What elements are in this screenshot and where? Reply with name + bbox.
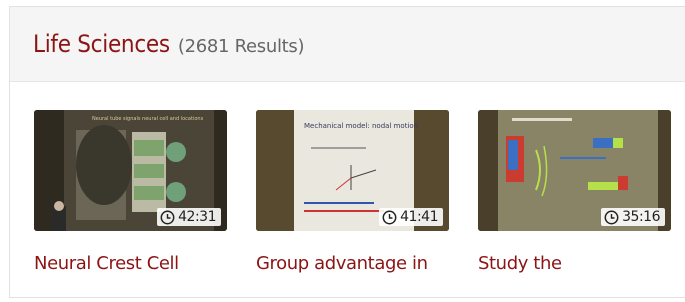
results-count: (2681 Results) (177, 35, 305, 57)
panel-header: Life Sciences (2681 Results) (10, 7, 685, 82)
duration-text: 41:41 (400, 209, 438, 225)
video-grid: Neural tube signals neural cell and loca… (10, 82, 685, 302)
clock-icon (382, 210, 397, 225)
video-title-link[interactable]: Study the (478, 253, 671, 274)
results-panel: Life Sciences (2681 Results) Neural tube… (9, 6, 685, 298)
clock-icon (160, 210, 175, 225)
video-title-link[interactable]: Neural Crest Cell (34, 253, 227, 274)
video-thumbnail[interactable]: 35:16 (478, 110, 671, 231)
duration-badge: 41:41 (379, 208, 443, 226)
slide-heading: Mechanical model: nodal motion (304, 122, 418, 130)
video-card[interactable]: Mechanical model: nodal motion 41:41 Gro… (256, 110, 449, 274)
video-card[interactable]: Neural tube signals neural cell and loca… (34, 110, 227, 274)
duration-badge: 35:16 (601, 208, 665, 226)
duration-text: 42:31 (178, 209, 216, 225)
section-title[interactable]: Life Sciences (33, 30, 170, 58)
clock-icon (604, 210, 619, 225)
slide-heading: Neural tube signals neural cell and loca… (92, 116, 204, 122)
duration-text: 35:16 (622, 209, 660, 225)
video-card[interactable]: 35:16 Study the (478, 110, 671, 274)
duration-badge: 42:31 (157, 208, 221, 226)
video-title-link[interactable]: Group advantage in (256, 253, 449, 274)
video-thumbnail[interactable]: Neural tube signals neural cell and loca… (34, 110, 227, 231)
video-thumbnail[interactable]: Mechanical model: nodal motion 41:41 (256, 110, 449, 231)
